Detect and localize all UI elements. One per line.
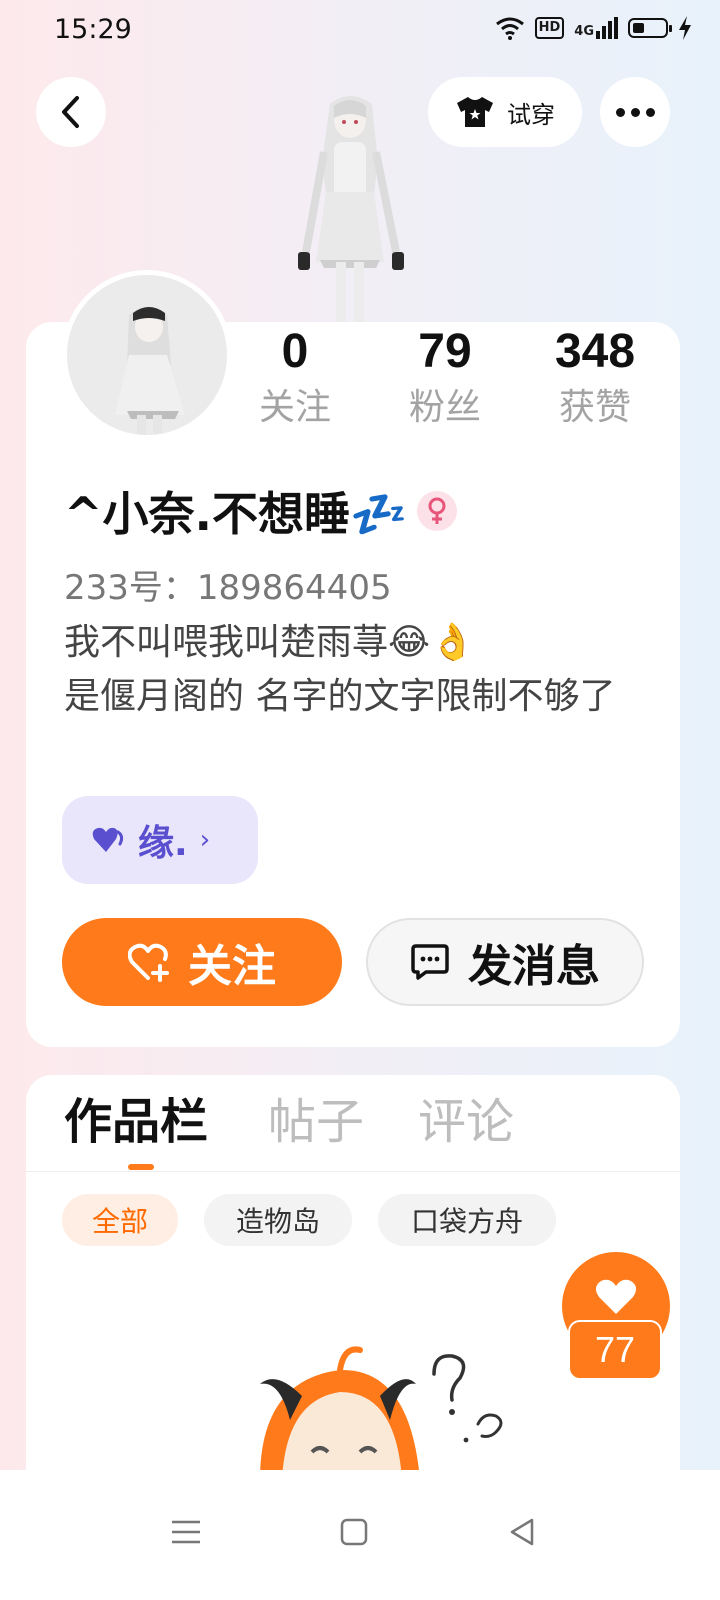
fate-chip[interactable]: 缘. › [62, 796, 258, 884]
shirt-icon [457, 97, 493, 127]
nav-menu-button[interactable] [156, 1502, 216, 1562]
heart-icon [595, 1279, 637, 1314]
status-icons: HD 4G [495, 16, 692, 40]
chevron-right-icon: › [199, 825, 211, 855]
signal-icon: 4G [574, 17, 618, 39]
status-time: 15:29 [54, 14, 132, 45]
filter-pocket-ark[interactable]: 口袋方舟 [378, 1194, 556, 1246]
chat-bubble-icon [411, 944, 449, 980]
tab-posts[interactable]: 帖子 [268, 1092, 364, 1152]
try-on-button[interactable]: 试穿 [428, 77, 582, 147]
filter-creation-island[interactable]: 造物岛 [204, 1194, 352, 1246]
heart-icon [92, 827, 124, 852]
username-row: ^小奈.不想睡💤 [64, 478, 458, 544]
wifi-icon [495, 17, 524, 40]
following-count: 0 [281, 325, 309, 378]
filter-all[interactable]: 全部 [62, 1194, 178, 1246]
hd-icon: HD [534, 17, 565, 39]
followers-stat[interactable]: 79 粉丝 [370, 322, 520, 434]
nav-back-button[interactable] [492, 1502, 552, 1562]
likes-label: 获赞 [558, 387, 631, 428]
battery-icon [628, 18, 672, 38]
fate-label: 缘. [138, 823, 188, 864]
tab-comments[interactable]: 评论 [418, 1092, 514, 1152]
empty-state-mascot [260, 1346, 503, 1480]
back-triangle-icon [510, 1518, 534, 1546]
bio: 我不叫喂我叫楚雨荨😂👌 是偃月阁的 名字的文字限制不够了 [64, 616, 644, 724]
charging-icon [679, 16, 691, 40]
avatar[interactable] [62, 270, 232, 440]
more-button[interactable] [600, 77, 670, 147]
back-button[interactable] [36, 77, 106, 147]
system-nav-bar [0, 1470, 720, 1600]
bio-line-1: 我不叫喂我叫楚雨荨😂👌 [64, 622, 475, 663]
battery-fill [633, 23, 644, 33]
menu-icon [172, 1520, 200, 1544]
heart-plus-icon [128, 943, 169, 982]
follow-label: 关注 [188, 941, 276, 992]
likes-count: 348 [554, 325, 636, 378]
avatar-3d-figure [298, 96, 404, 322]
followers-label: 粉丝 [408, 387, 481, 428]
message-label: 发消息 [468, 941, 600, 992]
message-button[interactable]: 发消息 [366, 918, 644, 1006]
tab-divider [26, 1171, 680, 1172]
like-count: 77 [568, 1320, 662, 1380]
try-on-label: 试穿 [507, 100, 555, 129]
followers-count: 79 [418, 325, 472, 378]
user-id: 233号：189864405 [64, 568, 392, 608]
chevron-left-icon [62, 96, 79, 128]
network-type-label: 4G [574, 24, 594, 39]
tab-works[interactable]: 作品栏 [64, 1092, 208, 1152]
following-stat[interactable]: 0 关注 [220, 322, 370, 434]
likes-stat[interactable]: 348 获赞 [520, 322, 670, 434]
following-label: 关注 [258, 387, 331, 428]
avatar-image [67, 275, 227, 435]
active-tab-indicator [128, 1164, 154, 1170]
bio-line-2: 是偃月阁的 名字的文字限制不够了 [64, 676, 616, 717]
female-icon [417, 491, 458, 531]
status-bar: 15:29 HD 4G [0, 0, 720, 64]
more-dots-icon [615, 107, 655, 117]
home-square-icon [340, 1518, 368, 1546]
nav-home-button[interactable] [324, 1502, 384, 1562]
follow-button[interactable]: 关注 [62, 918, 342, 1006]
username: ^小奈.不想睡💤 [64, 487, 408, 541]
